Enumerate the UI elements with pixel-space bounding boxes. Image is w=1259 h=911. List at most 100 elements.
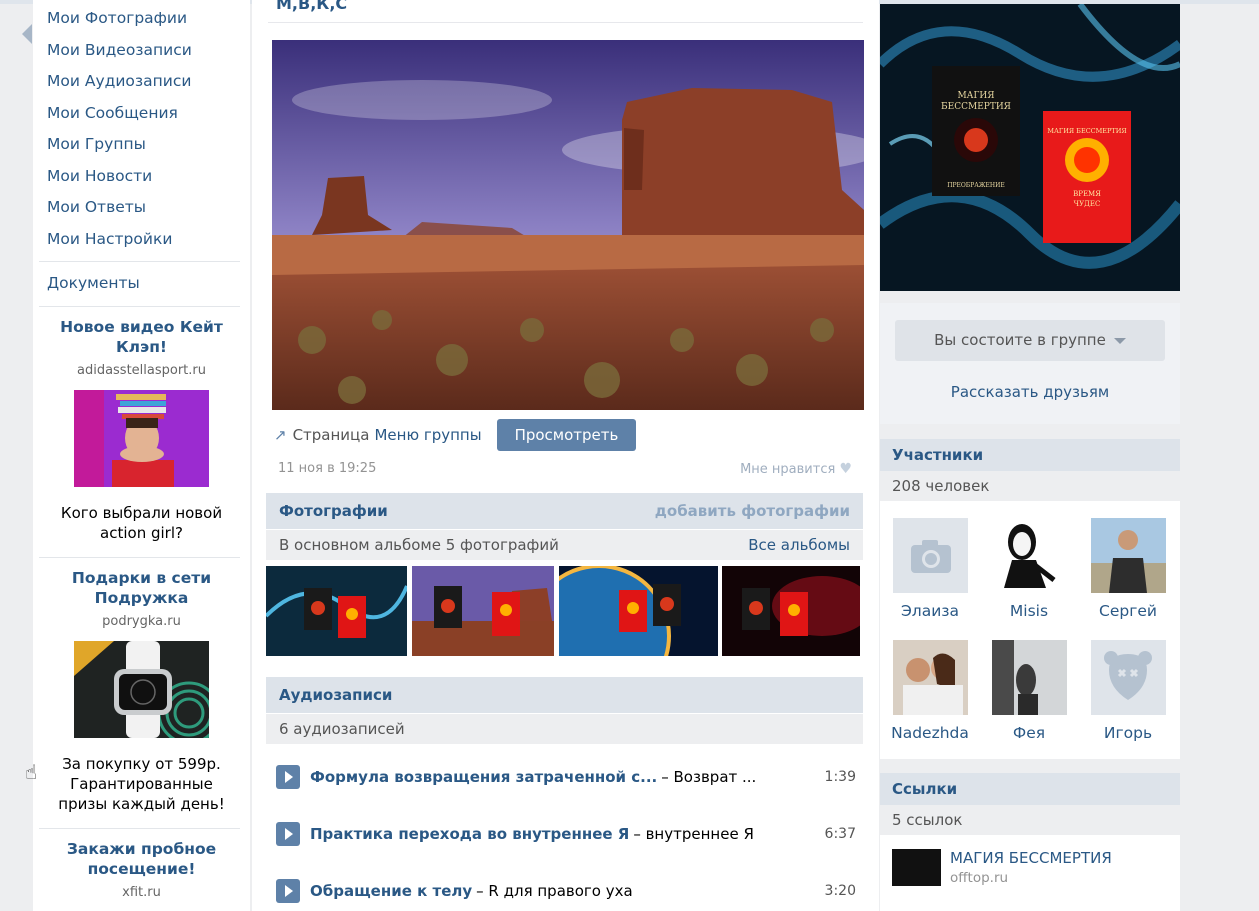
all-albums-link[interactable]: Все альбомы <box>748 530 850 560</box>
member[interactable]: Игорь <box>1083 640 1173 742</box>
ad-title[interactable]: Подарки в сети Подружка <box>45 568 238 608</box>
audio-track[interactable]: Практика перехода во внутреннее Я – внут… <box>276 821 856 847</box>
menu-item-documents[interactable]: Документы <box>33 268 250 300</box>
member-name[interactable]: Misis <box>984 602 1074 620</box>
links-count[interactable]: 5 ссылок <box>880 805 1180 835</box>
link-url: offtop.ru <box>950 870 1009 886</box>
members-count[interactable]: 208 человек <box>880 471 1180 501</box>
link-item[interactable]: МАГИЯ БЕССМЕРТИЯ offtop.ru <box>892 849 1112 886</box>
audio-count: 6 аудиозаписей <box>279 720 405 738</box>
photos-title[interactable]: Фотографии <box>279 502 388 520</box>
audio-track[interactable]: Обращение к телу – R для правого уха 3:2… <box>276 878 856 904</box>
cover-book2-subtitle2: ЧУДЕС <box>1074 200 1101 208</box>
track-artist: – внутреннее Я <box>633 825 754 843</box>
ad-title[interactable]: Закажи пробное посещение! <box>45 839 238 879</box>
member-name[interactable]: Игорь <box>1083 724 1173 742</box>
track-title[interactable]: Практика перехода во внутреннее Я <box>310 825 629 843</box>
menu-item-photos[interactable]: Мои Фотографии <box>33 3 250 35</box>
members-header[interactable]: Участники <box>880 439 1180 471</box>
left-menu: Мои Фотографии Мои Видеозаписи Мои Аудио… <box>33 0 250 255</box>
avatar[interactable] <box>991 640 1067 715</box>
right-column: МАГИЯ БЕССМЕРТИЯ ПРЕОБРАЖЕНИЕ МАГИЯ БЕСС… <box>880 0 1196 911</box>
member-name[interactable]: Фея <box>984 724 1074 742</box>
membership-label: Вы состоите в группе <box>934 331 1106 349</box>
avatar[interactable] <box>1090 518 1166 593</box>
ad-text: Кого выбрали новой action girl? <box>60 503 223 542</box>
ad-text: За покупку от 599р. Гарантированные приз… <box>58 754 225 813</box>
hand-pointer-icon: ☝ <box>25 760 38 784</box>
menu-item-videos[interactable]: Мои Видеозаписи <box>33 35 250 67</box>
member[interactable]: Nadezhda <box>885 640 975 742</box>
play-icon[interactable] <box>276 879 300 903</box>
track-title[interactable]: Обращение к телу <box>310 882 472 900</box>
member-name[interactable]: Элаиза <box>885 602 975 620</box>
share-link[interactable]: Рассказать друзьям <box>880 383 1180 401</box>
menu-item-answers[interactable]: Мои Ответы <box>33 192 250 224</box>
track-artist: – R для правого уха <box>476 882 633 900</box>
camera-icon <box>910 540 951 573</box>
menu-divider <box>39 261 240 262</box>
left-sidebar: Мои Фотографии Мои Видеозаписи Мои Аудио… <box>33 0 250 911</box>
track-title[interactable]: Формула возвращения затраченной с... <box>310 768 657 786</box>
photo-thumb[interactable] <box>412 566 554 656</box>
ad-image[interactable] <box>74 640 209 738</box>
photos-subheader: В основном альбоме 5 фотографий Все альб… <box>266 530 863 560</box>
ad-image[interactable] <box>74 389 209 487</box>
audio-track[interactable]: Формула возвращения затраченной с... – В… <box>276 764 856 790</box>
track-artist: – Возврат ... <box>661 768 757 786</box>
photos-header[interactable]: Фотографии добавить фотографии <box>266 493 863 529</box>
cover-book2-subtitle1: ВРЕМЯ <box>1073 190 1101 198</box>
photo-thumb[interactable] <box>266 566 407 656</box>
play-icon[interactable] <box>276 822 300 846</box>
link-thumbnail[interactable] <box>892 849 941 886</box>
add-photos-link[interactable]: добавить фотографии <box>655 493 850 529</box>
links-header[interactable]: Ссылки <box>880 773 1180 805</box>
menu-item-audio[interactable]: Мои Аудиозаписи <box>33 66 250 98</box>
membership-button[interactable]: Вы состоите в группе <box>895 320 1165 361</box>
menu-item-settings[interactable]: Мои Настройки <box>33 224 250 256</box>
cover-book1-subtitle: ПРЕОБРАЖЕНИЕ <box>947 182 1005 189</box>
view-button[interactable]: Просмотреть <box>496 419 637 451</box>
ad-block[interactable]: Новое видео Кейт Клэп! adidasstellasport… <box>33 317 250 543</box>
group-menu-link[interactable]: Меню группы <box>374 426 481 444</box>
cover-book1-title1: МАГИЯ <box>957 91 994 101</box>
member[interactable]: Элаиза <box>885 518 975 620</box>
audio-header[interactable]: Аудиозаписи <box>266 677 863 713</box>
page-link-row: ↗ Страница Меню группы Просмотреть <box>274 419 637 451</box>
photo-thumb[interactable] <box>559 566 718 656</box>
group-cover-image[interactable]: МАГИЯ БЕССМЕРТИЯ ПРЕОБРАЖЕНИЕ МАГИЯ БЕСС… <box>880 4 1180 291</box>
avatar[interactable] <box>892 518 968 593</box>
menu-item-messages[interactable]: Мои Сообщения <box>33 98 250 130</box>
member[interactable]: Misis <box>984 518 1074 620</box>
link-title[interactable]: МАГИЯ БЕССМЕРТИЯ <box>950 849 1112 867</box>
wall-title: М,В,К,С <box>276 0 348 13</box>
post-image[interactable] <box>272 40 864 410</box>
heart-icon: ♥ <box>839 461 852 477</box>
audio-subheader: 6 аудиозаписей <box>266 714 863 744</box>
play-icon[interactable] <box>276 765 300 789</box>
avatar[interactable] <box>892 640 968 715</box>
chevron-left-icon[interactable] <box>22 24 32 44</box>
member[interactable]: Фея <box>984 640 1074 742</box>
page-label: Страница <box>292 426 370 444</box>
avatar[interactable] <box>1090 640 1166 715</box>
menu-item-news[interactable]: Мои Новости <box>33 161 250 193</box>
like-button[interactable]: Мне нравится ♥ <box>740 461 852 477</box>
like-label: Мне нравится <box>740 462 836 477</box>
ad-title[interactable]: Новое видео Кейт Клэп! <box>45 317 238 357</box>
photo-thumb[interactable] <box>722 566 860 656</box>
member-name[interactable]: Nadezhda <box>885 724 975 742</box>
ad-block[interactable]: Закажи пробное посещение! xfit.ru <box>33 839 250 900</box>
member-name[interactable]: Сергей <box>1083 602 1173 620</box>
ad-divider <box>39 556 240 558</box>
avatar[interactable] <box>991 518 1067 593</box>
member[interactable]: Сергей <box>1083 518 1173 620</box>
audio-title[interactable]: Аудиозаписи <box>279 686 392 704</box>
photos-count: В основном альбоме 5 фотографий <box>279 536 559 554</box>
photo-thumbnails <box>266 566 863 656</box>
menu-item-groups[interactable]: Мои Группы <box>33 129 250 161</box>
track-duration: 6:37 <box>824 826 856 842</box>
divider <box>268 22 863 23</box>
post-date[interactable]: 11 ноя в 19:25 <box>278 461 376 476</box>
ad-block[interactable]: Подарки в сети Подружка podrygka.ru За п… <box>33 568 250 814</box>
